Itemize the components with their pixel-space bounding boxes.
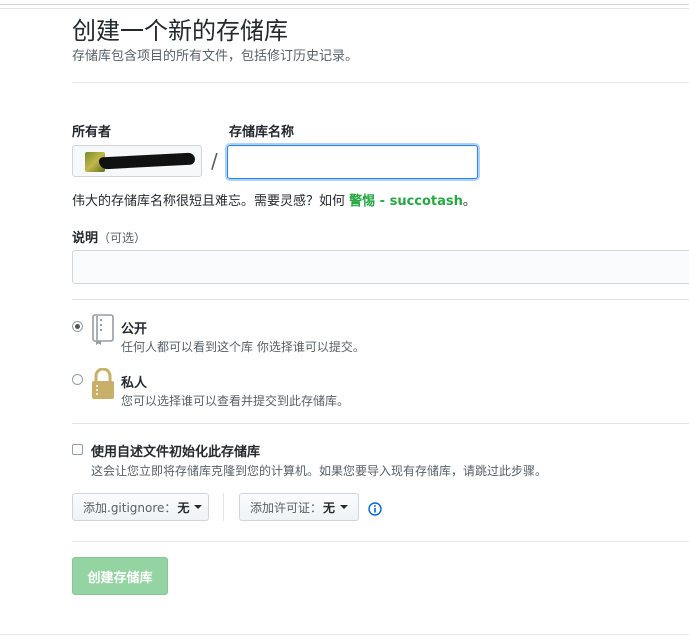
description-optional: （可选） [98, 231, 147, 245]
hint-prefix: 伟大的存储库名称很短且难忘。需要灵感？如何 [72, 194, 350, 209]
divider [72, 541, 689, 542]
init-readme-description: 这会让您立即将存储库克隆到您的计算机。如果您要导入现有存储库，请跳过此步骤。 [91, 464, 548, 478]
repo-name-input[interactable] [227, 145, 478, 179]
init-readme-checkbox[interactable] [72, 444, 83, 455]
page-subtitle: 存储库包含项目的所有文件，包括修订历史记录。 [72, 49, 359, 64]
public-description: 任何人都可以看到这个库 你选择谁可以提交。 [121, 340, 365, 354]
divider [72, 423, 689, 424]
top-border-secondary [0, 8, 689, 9]
license-select-button[interactable]: 添加许可证：无 [239, 493, 359, 521]
description-label: 说明（可选） [72, 227, 146, 246]
owner-name-redacted [98, 152, 196, 170]
top-border [0, 4, 689, 5]
create-repository-button[interactable]: 创建存储库 [72, 557, 168, 595]
private-radio[interactable] [72, 374, 83, 385]
description-input[interactable] [72, 250, 689, 284]
public-title: 公开 [121, 322, 148, 337]
owner-label: 所有者 [72, 125, 112, 140]
bottom-divider [0, 634, 689, 635]
hint-suffix: 。 [462, 194, 476, 209]
repo-name-hint: 伟大的存储库名称很短且难忘。需要灵感？如何 警惕 - succotash。 [72, 190, 476, 209]
gitignore-select-button[interactable]: 添加.gitignore：无 [72, 493, 209, 521]
owner-select-button[interactable] [72, 145, 202, 177]
lock-icon [92, 368, 114, 399]
page-title: 创建一个新的存储库 [72, 17, 288, 45]
vertical-divider [223, 493, 224, 521]
public-radio[interactable] [72, 321, 83, 332]
info-icon[interactable] [368, 502, 382, 516]
divider [72, 82, 689, 83]
chevron-down-icon [340, 505, 349, 509]
suggestion-link[interactable]: 警惕 - succotash [349, 194, 463, 209]
owner-repo-separator: / [211, 149, 218, 173]
chevron-down-icon [194, 505, 203, 509]
init-readme-title: 使用自述文件初始化此存储库 [91, 445, 261, 460]
divider [72, 299, 689, 300]
repo-name-label: 存储库名称 [229, 125, 295, 140]
repo-book-icon [92, 314, 114, 345]
license-value: 无 [323, 500, 336, 515]
description-label-text: 说明 [72, 231, 99, 246]
private-title: 私人 [121, 376, 148, 391]
private-description: 您可以选择谁可以查看并提交到此存储库。 [121, 394, 350, 408]
license-label: 添加许可证： [250, 500, 323, 515]
gitignore-label: 添加.gitignore： [83, 500, 177, 515]
gitignore-value: 无 [177, 500, 190, 515]
